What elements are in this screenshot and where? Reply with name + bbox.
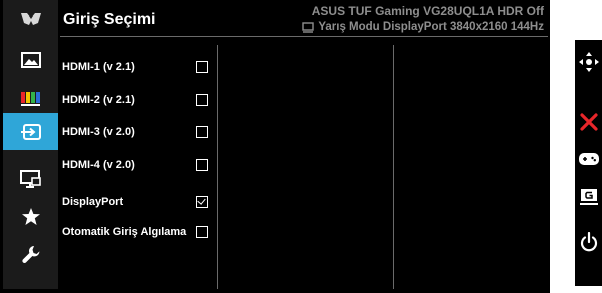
sidebar-item-system[interactable]: [3, 160, 58, 197]
column-divider: [217, 45, 218, 289]
input-option-displayport[interactable]: DisplayPort: [62, 193, 214, 213]
input-select-icon: [20, 123, 41, 140]
input-option-label: HDMI-1 (v 2.1): [62, 61, 135, 73]
input-list-panel: HDMI-1 (v 2.1) HDMI-2 (v 2.1) HDMI-3 (v …: [60, 37, 548, 289]
sidebar-item-favorites[interactable]: [3, 198, 58, 235]
five-way-joystick-icon: [578, 52, 599, 72]
monitor-settings-icon: [19, 169, 41, 188]
input-option-hdmi-4[interactable]: HDMI-4 (v 2.0): [62, 156, 214, 176]
key-navigate[interactable]: [575, 47, 602, 77]
key-power[interactable]: [575, 227, 602, 257]
key-gameplus[interactable]: [575, 144, 602, 174]
key-gamevisual[interactable]: [575, 182, 602, 212]
input-option-label: HDMI-3 (v 2.0): [62, 126, 135, 138]
display-mode-icon: [302, 21, 315, 33]
status-info: Yarış Modu DisplayPort 3840x2160 144Hz: [302, 21, 544, 33]
input-option-checkbox[interactable]: [196, 226, 208, 238]
page-title: Giriş Seçimi: [63, 11, 156, 28]
input-option-label: HDMI-4 (v 2.0): [62, 159, 135, 171]
close-icon: [579, 113, 598, 131]
star-icon: [21, 208, 40, 225]
sidebar: [3, 0, 58, 289]
sidebar-item-color[interactable]: [3, 80, 58, 117]
input-option-hdmi-3[interactable]: HDMI-3 (v 2.0): [62, 123, 214, 143]
input-option-hdmi-2[interactable]: HDMI-2 (v 2.1): [62, 91, 214, 111]
input-option-label: HDMI-2 (v 2.1): [62, 94, 135, 106]
input-option-checkbox[interactable]: [196, 159, 208, 171]
key-guide: [575, 40, 602, 286]
header: Giriş Seçimi ASUS TUF Gaming VG28UQL1A H…: [60, 0, 548, 37]
sidebar-item-input-select[interactable]: [3, 113, 58, 150]
sidebar-item-settings[interactable]: [3, 236, 58, 273]
tuf-logo-icon: [20, 12, 41, 25]
gameplus-g-icon: [579, 189, 598, 205]
status-text: Yarış Modu DisplayPort 3840x2160 144Hz: [318, 21, 544, 33]
sidebar-item-tuf-logo: [3, 0, 58, 37]
input-option-checkbox[interactable]: [196, 94, 208, 106]
key-exit[interactable]: [575, 107, 602, 137]
power-icon: [580, 231, 597, 251]
input-option-checkbox-checked[interactable]: [196, 196, 208, 208]
input-option-checkbox[interactable]: [196, 126, 208, 138]
input-option-hdmi-1[interactable]: HDMI-1 (v 2.1): [62, 58, 214, 78]
model-info: ASUS TUF Gaming VG28UQL1A HDR Off: [311, 4, 544, 18]
image-icon: [20, 51, 41, 68]
input-option-auto-detect[interactable]: Otomatik Giriş Algılama: [62, 223, 214, 243]
color-bars-icon: [20, 91, 40, 106]
sidebar-item-image[interactable]: [3, 41, 58, 78]
osd-menu: Giriş Seçimi ASUS TUF Gaming VG28UQL1A H…: [0, 0, 550, 293]
wrench-icon: [21, 245, 39, 263]
input-option-label: Otomatik Giriş Algılama: [62, 226, 187, 238]
input-option-checkbox[interactable]: [196, 61, 208, 73]
input-option-label: DisplayPort: [62, 196, 124, 208]
gamepad-icon: [578, 153, 599, 165]
column-divider: [393, 45, 394, 289]
